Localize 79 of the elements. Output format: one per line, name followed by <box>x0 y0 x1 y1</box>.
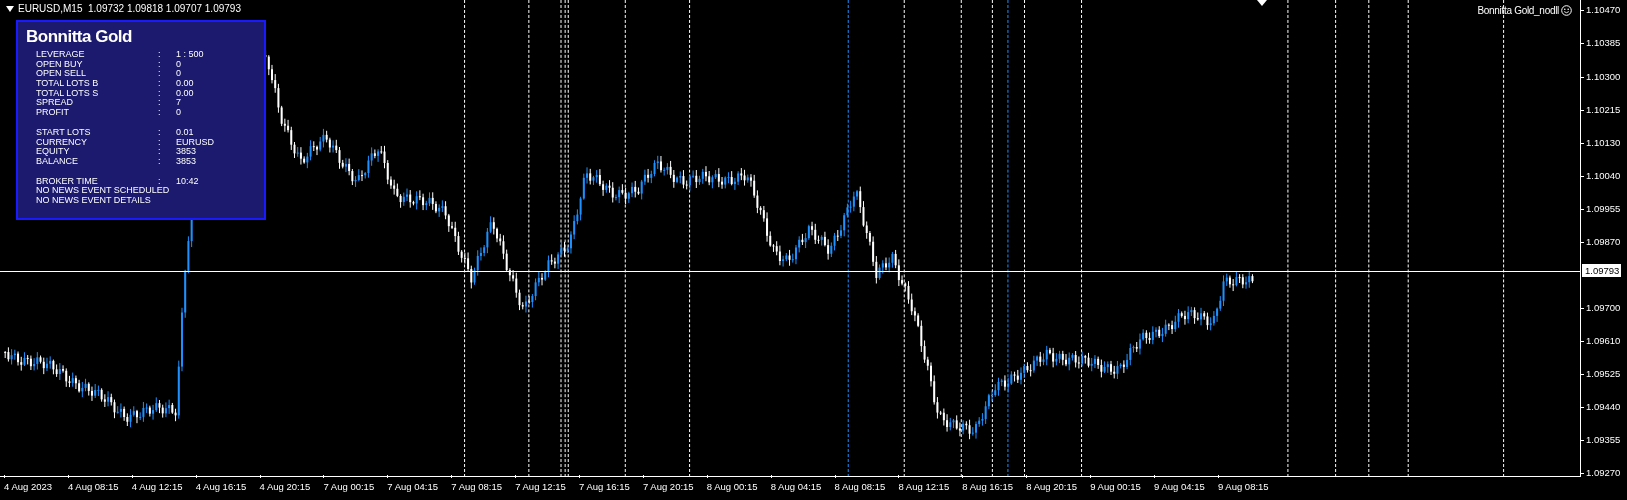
price-tick-label: 1.09270 <box>1581 467 1627 480</box>
time-tick-label: 8 Aug 00:15 <box>706 477 771 500</box>
info-value: 0.00 <box>176 88 195 99</box>
info-label: BROKER TIME <box>36 176 99 187</box>
time-tick-label: 7 Aug 08:15 <box>451 477 516 500</box>
price-tick-label: 1.10040 <box>1581 169 1627 182</box>
price-tick-label: 1.10130 <box>1581 136 1627 149</box>
time-tick-label: 8 Aug 12:15 <box>898 477 963 500</box>
info-value: 10:42 <box>176 176 200 187</box>
info-label: OPEN SELL <box>36 69 88 80</box>
info-label: START LOTS <box>36 127 92 138</box>
price-tick-label: 1.10215 <box>1581 103 1627 116</box>
time-tick-label: 7 Aug 04:15 <box>387 477 452 500</box>
info-value: EURUSD <box>176 137 215 148</box>
price-tick-label: 1.09440 <box>1581 401 1627 414</box>
time-tick-label: 9 Aug 00:15 <box>1090 477 1155 500</box>
price-tick-label: 1.10300 <box>1581 70 1627 83</box>
price-tick-label: 1.10470 <box>1581 4 1627 17</box>
price-tick-label: 1.09870 <box>1581 235 1627 248</box>
separator: : <box>158 50 162 60</box>
separator: : <box>158 98 162 109</box>
separator: : <box>158 137 162 148</box>
info-value: 0 <box>176 59 182 70</box>
info-label: PROFIT <box>36 108 70 118</box>
dropdown-triangle-icon[interactable] <box>6 5 14 12</box>
info-value: 0.00 <box>176 79 195 89</box>
time-tick-label: 7 Aug 12:15 <box>515 477 579 500</box>
info-label: TOTAL LOTS S <box>36 88 100 99</box>
time-tick-label: 4 Aug 20:15 <box>259 477 324 500</box>
info-note: NO NEWS EVENT DETAILS <box>36 195 151 206</box>
separator: : <box>158 79 162 89</box>
shift-marker-icon[interactable] <box>1257 0 1267 6</box>
time-tick-label: 8 Aug 08:15 <box>834 477 899 500</box>
time-tick-label: 8 Aug 04:15 <box>770 477 835 500</box>
info-label: CURRENCY <box>36 137 88 148</box>
separator: : <box>158 156 162 167</box>
chart-header: EURUSD,M15 1.09732 1.09818 1.09707 1.09793 <box>18 3 241 14</box>
time-tick-label: 7 Aug 00:15 <box>323 477 388 500</box>
info-note: NO NEWS EVENT SCHEDULED <box>36 186 170 196</box>
info-label: TOTAL LOTS B <box>36 79 100 89</box>
info-label: EQUITY <box>36 147 71 157</box>
info-label: LEVERAGE <box>36 50 86 60</box>
price-tick-label: 1.09610 <box>1581 335 1627 347</box>
time-tick-label: 7 Aug 16:15 <box>579 477 643 500</box>
time-tick-label: 4 Aug 2023 <box>4 477 68 500</box>
time-tick-label: 4 Aug 08:15 <box>67 477 132 500</box>
info-label: OPEN BUY <box>36 59 84 70</box>
price-tick-label: 1.09955 <box>1581 202 1627 215</box>
separator: : <box>158 69 162 80</box>
time-tick-label: 9 Aug 04:15 <box>1154 477 1218 500</box>
info-label: SPREAD <box>36 98 74 109</box>
price-tick-label: 1.09355 <box>1581 434 1627 447</box>
info-value: 0 <box>176 108 182 118</box>
indicator-label: Bonnitta Gold_nodll <box>1477 5 1559 16</box>
separator: : <box>158 88 162 99</box>
time-tick-label: 4 Aug 12:15 <box>131 477 196 500</box>
info-value: 7 <box>176 98 182 109</box>
time-tick-label: 4 Aug 16:15 <box>195 477 260 500</box>
info-value: 3853 <box>176 147 198 157</box>
price-tick-label: 1.09700 <box>1581 301 1627 314</box>
price-tick-label: 1.10385 <box>1581 37 1627 50</box>
smiley-icon <box>1561 5 1572 16</box>
info-value: 3853 <box>176 156 198 167</box>
info-label: BALANCE <box>36 156 80 167</box>
time-tick-label: 9 Aug 08:15 <box>1217 477 1282 500</box>
separator: : <box>158 127 162 138</box>
info-value: 0.01 <box>176 127 195 138</box>
time-tick-label: 8 Aug 20:15 <box>1026 477 1091 500</box>
separator: : <box>158 108 162 118</box>
time-tick-label: 8 Aug 16:15 <box>962 477 1027 500</box>
info-value: 0 <box>176 69 182 80</box>
current-price-label: 1.09793 <box>1582 264 1622 277</box>
price-tick-label: 1.09525 <box>1581 368 1627 381</box>
separator: : <box>158 147 162 157</box>
separator: : <box>158 59 162 70</box>
info-value: 1 : 500 <box>176 50 205 60</box>
panel-title: Bonnitta Gold <box>26 27 132 47</box>
separator: : <box>158 176 162 187</box>
time-tick-label: 7 Aug 20:15 <box>642 477 707 500</box>
